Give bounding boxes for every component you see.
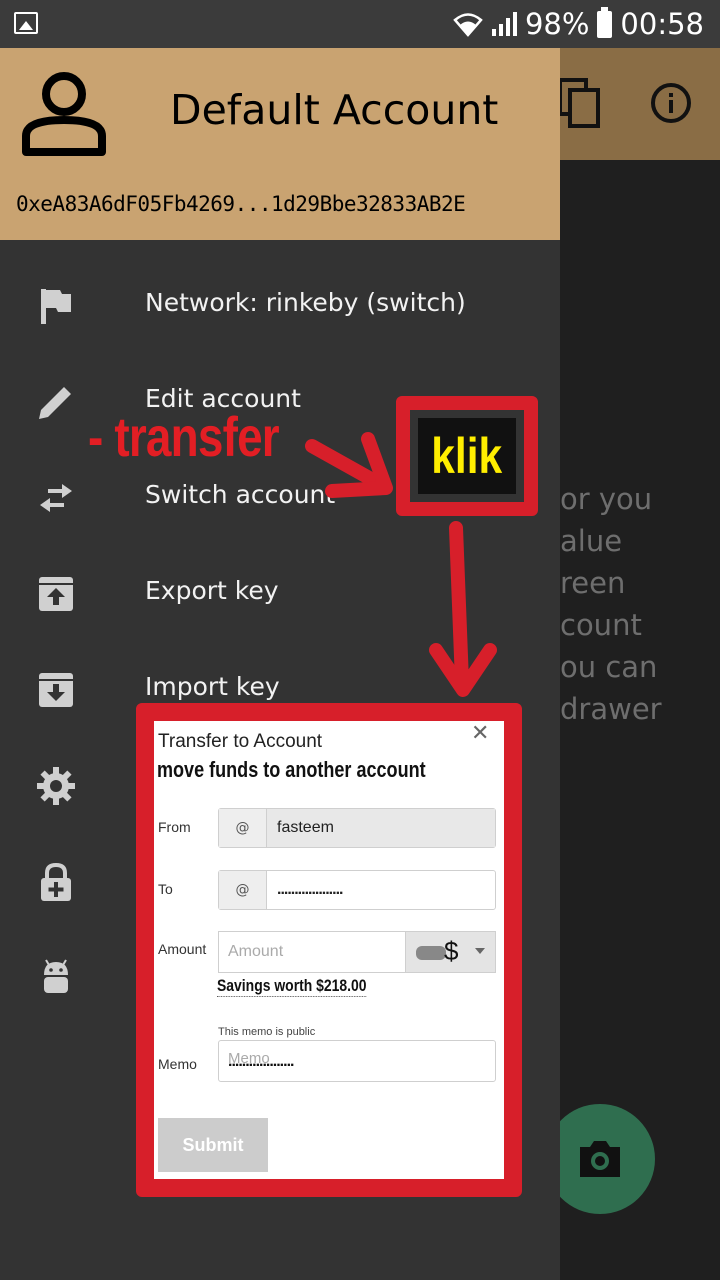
menu-label-import-key: Import key <box>145 672 280 701</box>
account-avatar-icon <box>22 72 106 156</box>
account-title: Default Account <box>170 86 499 134</box>
currency-symbol: $ <box>444 936 459 966</box>
menu-label-export-key: Export key <box>145 576 279 605</box>
memo-value: ................... <box>228 1053 294 1070</box>
flag-icon <box>41 289 71 324</box>
android-icon <box>44 959 68 993</box>
camera-icon <box>580 1141 620 1177</box>
camera-fab[interactable] <box>545 1104 655 1214</box>
close-icon[interactable]: ✕ <box>471 723 489 745</box>
drawer-header: Default Account 0xeA83A6dF05Fb4269...1d2… <box>0 48 560 240</box>
dialog-subtitle: move funds to another account <box>157 757 426 782</box>
status-icons: 98% 00:58 <box>453 6 704 41</box>
from-at-prefix: @ <box>219 809 267 847</box>
background-help-text: or you alue reen count ou can drawer <box>560 482 662 726</box>
from-label: From <box>158 819 191 835</box>
info-icon[interactable] <box>650 78 692 128</box>
swap-icon <box>40 484 72 512</box>
currency-redaction <box>416 946 446 960</box>
menu-label-network: Network: rinkeby (switch) <box>145 288 466 317</box>
signal-icon <box>491 12 517 36</box>
to-at-prefix: @ <box>219 871 267 909</box>
klik-annotation-box: klik <box>396 396 538 516</box>
submit-button[interactable]: Submit <box>158 1118 268 1172</box>
amount-input[interactable]: Amount $ <box>218 931 496 973</box>
to-field[interactable]: @ ................... <box>218 870 496 910</box>
menu-label-switch-account: Switch account <box>145 480 336 509</box>
menu-item-network[interactable]: Network: rinkeby (switch) <box>0 258 560 354</box>
menu-item-export-key[interactable]: Export key <box>0 546 560 642</box>
from-value: fasteem <box>267 809 495 847</box>
gear-icon <box>37 767 75 805</box>
account-address: 0xeA83A6dF05Fb4269...1d29Bbe32833AB2E <box>16 192 466 216</box>
amount-placeholder: Amount <box>228 943 284 960</box>
dialog-title: Transfer to Account <box>158 731 323 752</box>
savings-link[interactable]: Savings worth $218.00 <box>217 976 367 997</box>
klik-annotation-text: klik <box>431 428 503 484</box>
transfer-dialog-frame: ✕ Transfer to Account move funds to anot… <box>136 703 522 1197</box>
battery-percent: 98% <box>524 7 590 41</box>
from-field[interactable]: @ fasteem <box>218 808 496 848</box>
pencil-icon <box>39 387 71 419</box>
klik-annotation-inner: klik <box>418 418 516 494</box>
amount-label: Amount <box>158 941 207 957</box>
import-icon <box>39 673 73 707</box>
wifi-icon <box>453 13 483 37</box>
currency-select[interactable]: $ <box>405 932 495 972</box>
to-value: ................... <box>277 881 343 898</box>
image-notification-icon <box>14 12 38 34</box>
memo-public-note: This memo is public <box>218 1026 316 1038</box>
transfer-dialog: ✕ Transfer to Account move funds to anot… <box>154 721 504 1179</box>
memo-input[interactable]: Memo ................... <box>218 1040 496 1082</box>
memo-label: Memo <box>158 1056 197 1072</box>
chevron-down-icon <box>475 948 485 954</box>
lock-plus-icon <box>41 862 71 901</box>
status-bar: 98% 00:58 <box>0 0 720 48</box>
export-icon <box>39 577 73 611</box>
battery-icon <box>597 6 613 38</box>
to-label: To <box>158 881 173 897</box>
copy-icon[interactable] <box>558 78 600 128</box>
clock: 00:58 <box>620 7 704 41</box>
transfer-annotation: - transfer <box>88 405 280 468</box>
